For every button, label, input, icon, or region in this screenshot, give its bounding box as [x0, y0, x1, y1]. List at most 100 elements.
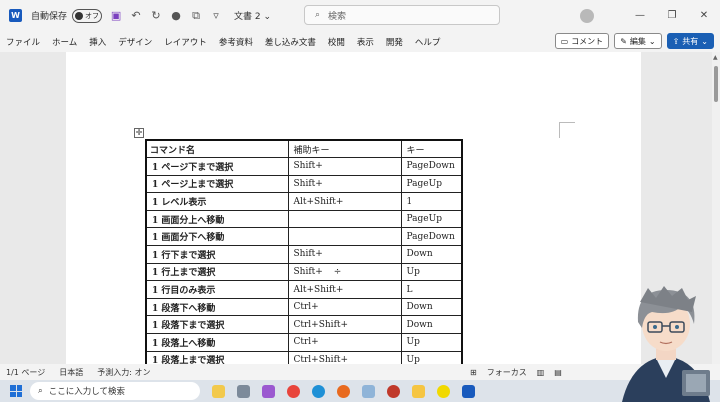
table-cell[interactable]: 1 ページ下まで選択	[145, 157, 289, 176]
table-cell[interactable]: Up	[400, 262, 463, 282]
comment-button[interactable]: ▭ コメント	[554, 33, 610, 49]
table-cell[interactable]: Up	[400, 333, 463, 352]
table-cell[interactable]: 1 行下まで選択	[145, 245, 289, 264]
scroll-up-icon[interactable]: ▲	[713, 54, 718, 61]
title-bar: W 自動保存 オフ ▣ ↶ ↻ ● ⧉ ▿ 文書 2 ⌄ ⌕ 検索 — ❐ ✕	[0, 0, 720, 31]
search-input[interactable]: ⌕ 検索	[304, 5, 500, 25]
search-icon: ⌕	[38, 386, 43, 396]
redo-icon[interactable]: ↻	[150, 9, 162, 22]
table-cell[interactable]: Ctrl+	[287, 333, 402, 352]
table-cell[interactable]: 1 段落下まで選択	[145, 315, 289, 335]
autosave-label: 自動保存	[31, 12, 68, 22]
save-icon[interactable]: ▣	[110, 9, 122, 22]
table-cell[interactable]: Ctrl+	[287, 297, 402, 317]
table-cell[interactable]: Alt+Shift+	[287, 192, 402, 211]
page-count[interactable]: 1/1 ページ	[6, 367, 45, 378]
tab-help[interactable]: ヘルプ	[415, 36, 441, 48]
table-cell[interactable]: Alt+Shift+	[287, 280, 402, 299]
word-taskbar-icon[interactable]	[462, 384, 475, 398]
firefox-icon[interactable]	[337, 384, 350, 398]
table-cell[interactable]: Ctrl+Shift+	[287, 315, 402, 335]
table-cell[interactable]: 1 画面分下へ移動	[145, 227, 289, 247]
table-cell[interactable]: L	[400, 280, 463, 299]
table-cell[interactable]: Shift+	[287, 245, 402, 264]
tab-references[interactable]: 参考資料	[219, 36, 253, 48]
comment-icon: ▭	[560, 36, 569, 46]
taskbar-search-placeholder: ここに入力して検索	[48, 387, 126, 397]
table-cell[interactable]: PageUp	[400, 174, 463, 194]
table-row: 1 段落下まで選択 Ctrl+Shift+ Down	[145, 315, 463, 335]
share-label: 共有	[682, 36, 699, 46]
table-row: 1 ページ上まで選択 Shift+ PageUp	[145, 174, 463, 194]
table-cell[interactable]: 1	[400, 192, 463, 211]
table-cell[interactable]: Shift+	[287, 157, 402, 176]
tab-insert[interactable]: 挿入	[89, 36, 106, 48]
chrome-icon[interactable]	[287, 384, 300, 398]
tab-file[interactable]: ファイル	[6, 36, 40, 48]
restore-icon[interactable]: ❐	[656, 10, 688, 21]
table-cell[interactable]: PageUp	[400, 209, 463, 229]
autosave-toggle[interactable]: オフ	[72, 8, 103, 23]
table-cell[interactable]: Down	[400, 245, 463, 264]
table-cell[interactable]: 1 行上まで選択	[145, 262, 289, 282]
table-cell[interactable]	[287, 209, 402, 229]
tab-mailings[interactable]: 差し込み文書	[265, 36, 316, 48]
read-mode-icon[interactable]: ▥	[537, 368, 545, 377]
app-icon[interactable]	[437, 384, 450, 398]
tab-home[interactable]: ホーム	[52, 36, 77, 48]
copilot-sparkle-icon[interactable]	[212, 384, 225, 398]
language-indicator[interactable]: 日本語	[59, 367, 83, 378]
table-cell[interactable]: 1 段落下へ移動	[145, 297, 289, 317]
scroll-thumb[interactable]	[714, 66, 718, 102]
pencil-icon: ✎	[620, 36, 627, 46]
tab-developer[interactable]: 開発	[386, 36, 403, 48]
app-icon[interactable]	[387, 384, 400, 398]
shortcut-table[interactable]: コマンド名 補助キー キー 1 ページ下まで選択 Shift+ PageDown 1…	[145, 139, 463, 370]
table-cell[interactable]: Down	[400, 315, 463, 335]
header-command-name[interactable]: コマンド名	[145, 139, 289, 159]
customize-toolbar-icon[interactable]: ▿	[210, 9, 222, 22]
focus-label[interactable]: フォーカス	[487, 367, 527, 378]
table-cell[interactable]: 1 レベル表示	[145, 192, 289, 211]
app-icon[interactable]	[362, 384, 375, 398]
table-cell[interactable]: 1 段落上へ移動	[145, 333, 289, 352]
table-cell[interactable]: Shift+	[287, 174, 402, 194]
copilot-icon[interactable]	[262, 384, 275, 398]
close-icon[interactable]: ✕	[688, 10, 720, 21]
document-title[interactable]: 文書 2 ⌄	[234, 9, 271, 22]
focus-icon[interactable]: ⊞	[470, 368, 477, 377]
taskbar-search-input[interactable]: ⌕ ここに入力して検索	[30, 382, 200, 400]
format-painter-icon[interactable]: ⧉	[190, 9, 202, 23]
tab-layout[interactable]: レイアウト	[164, 36, 207, 48]
table-cell[interactable]: 1 行目のみ表示	[145, 280, 289, 299]
undo-icon[interactable]: ↶	[130, 9, 142, 22]
table-cell[interactable]: Shift+ ÷	[287, 262, 402, 282]
tab-view[interactable]: 表示	[357, 36, 374, 48]
table-cell[interactable]: Down	[400, 297, 463, 317]
share-button[interactable]: ⇪ 共有 ⌄	[666, 33, 714, 49]
file-explorer-icon[interactable]	[412, 384, 425, 398]
edge-icon[interactable]	[312, 384, 325, 398]
share-icon: ⇪	[672, 36, 680, 46]
edit-mode-button[interactable]: ✎ 編集 ⌄	[614, 33, 662, 49]
header-modifier-key[interactable]: 補助キー	[287, 139, 402, 159]
predictive-input-status[interactable]: 予測入力: オン	[97, 367, 150, 378]
print-layout-icon[interactable]: ▤	[554, 368, 562, 377]
header-key[interactable]: キー	[400, 139, 463, 159]
table-cell[interactable]: PageDown	[400, 227, 463, 247]
tab-review[interactable]: 校閲	[328, 36, 345, 48]
windows-start-icon[interactable]	[10, 385, 22, 397]
tab-design[interactable]: デザイン	[118, 36, 152, 48]
table-move-handle-icon[interactable]: ✛	[134, 128, 144, 138]
chevron-down-icon: ⌄	[648, 36, 656, 46]
view-controls: ⊞ フォーカス ▥ ▤	[470, 364, 562, 380]
table-cell[interactable]: PageDown	[400, 157, 463, 176]
table-cell[interactable]	[287, 227, 402, 247]
task-view-icon[interactable]	[237, 384, 250, 398]
record-icon[interactable]: ●	[170, 9, 182, 22]
table-cell[interactable]: 1 画面分上へ移動	[145, 209, 289, 229]
table-cell[interactable]: 1 ページ上まで選択	[145, 174, 289, 194]
table-row: 1 段落下へ移動 Ctrl+ Down	[145, 297, 463, 317]
minimize-icon[interactable]: —	[624, 10, 656, 21]
profile-icon[interactable]	[580, 8, 594, 23]
